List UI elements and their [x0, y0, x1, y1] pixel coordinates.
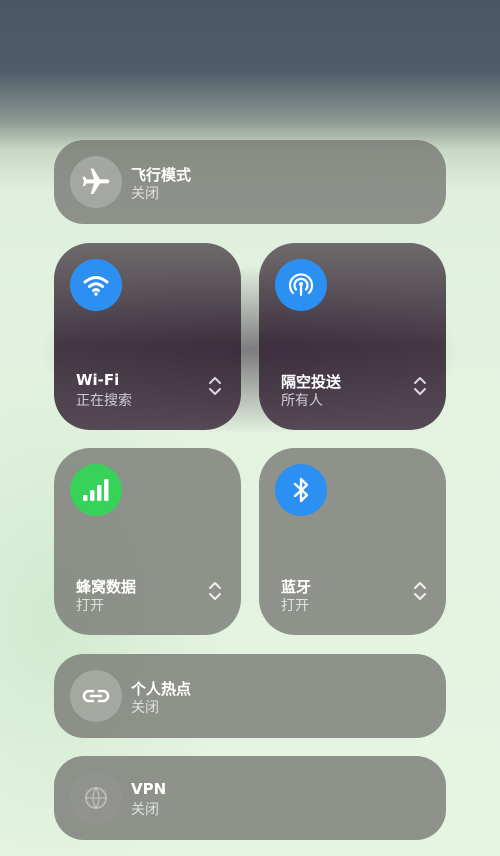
chevron-updown-icon[interactable]	[207, 580, 223, 602]
bluetooth-tile[interactable]: 蓝牙 打开	[259, 448, 446, 635]
airplane-status: 关闭	[131, 186, 159, 202]
wifi-title: Wi-Fi	[76, 371, 120, 389]
hotspot-icon	[70, 670, 122, 722]
bluetooth-icon	[275, 464, 327, 516]
airdrop-title: 隔空投送	[281, 373, 342, 391]
cellular-status: 打开	[76, 598, 104, 614]
wifi-tile[interactable]: Wi-Fi 正在搜索	[54, 243, 241, 430]
cellular-icon	[70, 464, 122, 516]
wifi-status: 正在搜索	[76, 393, 132, 409]
vpn-status: 关闭	[131, 802, 159, 818]
vpn-toggle[interactable]: VPN 关闭	[54, 756, 446, 840]
airplane-mode-toggle[interactable]: 飞行模式 关闭	[54, 140, 446, 224]
airdrop-icon	[275, 259, 327, 311]
hotspot-toggle[interactable]: 个人热点 关闭	[54, 654, 446, 738]
chevron-updown-icon[interactable]	[207, 375, 223, 397]
airdrop-tile[interactable]: 隔空投送 所有人	[259, 243, 446, 430]
cellular-tile[interactable]: 蜂窝数据 打开	[54, 448, 241, 635]
bluetooth-title: 蓝牙	[281, 578, 312, 596]
wifi-icon	[70, 259, 122, 311]
vpn-icon	[70, 772, 122, 824]
chevron-updown-icon[interactable]	[412, 375, 428, 397]
airplane-title: 飞行模式	[131, 166, 192, 184]
hotspot-status: 关闭	[131, 700, 159, 716]
vpn-title: VPN	[131, 780, 167, 798]
airplane-icon	[70, 156, 122, 208]
bluetooth-status: 打开	[281, 598, 309, 614]
airdrop-status: 所有人	[281, 393, 323, 409]
cellular-title: 蜂窝数据	[76, 578, 137, 596]
chevron-updown-icon[interactable]	[412, 580, 428, 602]
hotspot-title: 个人热点	[131, 680, 192, 698]
